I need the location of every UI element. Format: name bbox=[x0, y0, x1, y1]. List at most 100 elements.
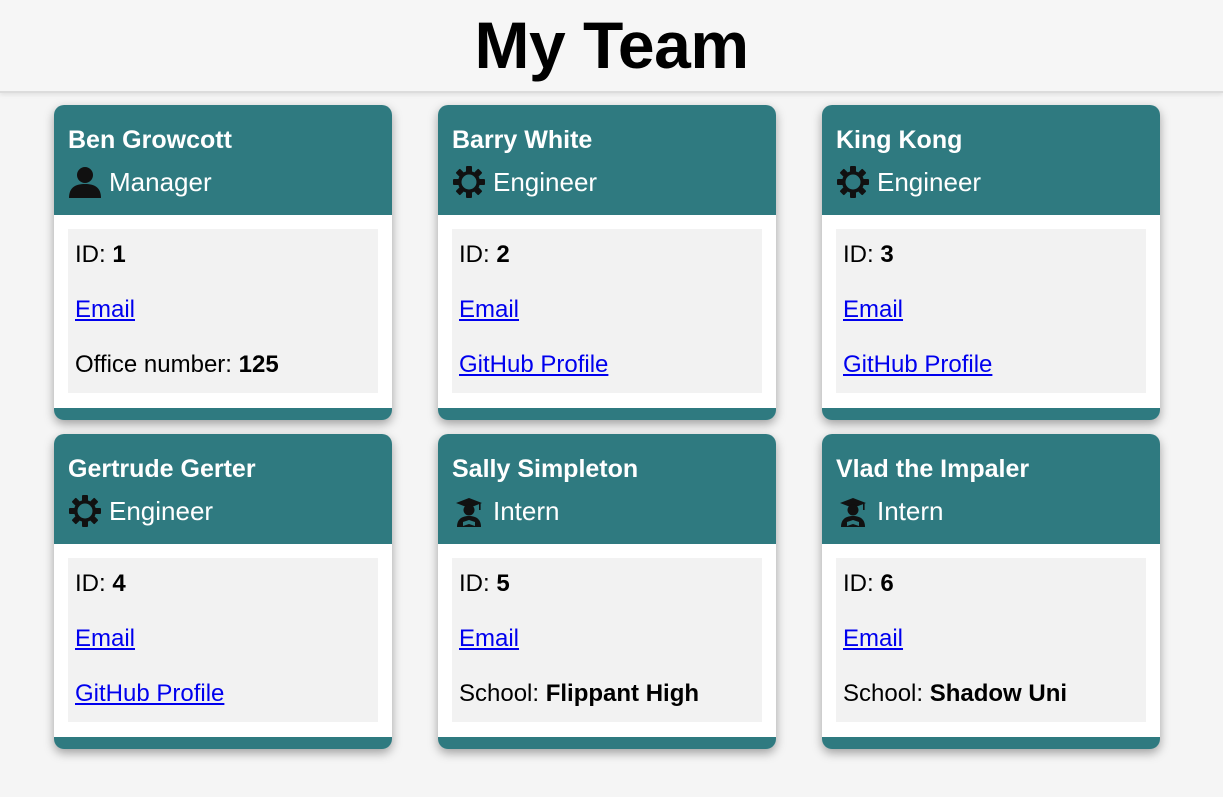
id-label: ID: bbox=[843, 570, 881, 597]
email-link[interactable]: Email bbox=[75, 296, 135, 323]
card-header: Gertrude Gerter Engineer bbox=[54, 434, 392, 544]
id-value: 1 bbox=[112, 241, 126, 268]
office-value: 125 bbox=[238, 351, 279, 378]
role-label: Engineer bbox=[877, 166, 982, 197]
person-icon bbox=[68, 165, 102, 199]
id-value: 3 bbox=[880, 241, 894, 268]
employee-name: Sally Simpleton bbox=[452, 455, 639, 483]
employee-card: King Kong Engineer ID: 3 Email GitHub Pr… bbox=[822, 105, 1160, 420]
employee-name: Barry White bbox=[452, 126, 593, 154]
card-footer bbox=[822, 408, 1160, 420]
card-header: Vlad the Impaler Intern bbox=[822, 434, 1160, 544]
gear-icon bbox=[452, 165, 486, 199]
employee-name: Vlad the Impaler bbox=[836, 455, 1030, 483]
role-label: Manager bbox=[109, 166, 212, 197]
card-footer bbox=[438, 408, 776, 420]
github-link[interactable]: GitHub Profile bbox=[75, 680, 224, 707]
email-link[interactable]: Email bbox=[459, 296, 519, 323]
id-label: ID: bbox=[459, 570, 497, 597]
email-row: Email bbox=[459, 292, 755, 347]
card-footer bbox=[54, 737, 392, 749]
id-value: 2 bbox=[496, 241, 510, 268]
card-body: ID: 2 Email GitHub Profile bbox=[438, 215, 776, 420]
card-body: ID: 3 Email GitHub Profile bbox=[822, 215, 1160, 420]
github-link[interactable]: GitHub Profile bbox=[459, 351, 608, 378]
id-row: ID: 6 bbox=[843, 566, 1139, 621]
card-header: Barry White Engineer bbox=[438, 105, 776, 215]
employee-role: Intern bbox=[836, 493, 1146, 529]
id-label: ID: bbox=[459, 241, 497, 268]
card-footer bbox=[438, 737, 776, 749]
employee-role: Manager bbox=[68, 164, 378, 200]
school-label: School: bbox=[843, 680, 930, 707]
id-row: ID: 4 bbox=[75, 566, 371, 621]
employee-name: King Kong bbox=[836, 126, 963, 154]
graduate-icon bbox=[452, 494, 486, 528]
id-row: ID: 3 bbox=[843, 237, 1139, 292]
id-label: ID: bbox=[843, 241, 881, 268]
employee-role: Intern bbox=[452, 493, 762, 529]
employee-card: Ben Growcott Manager ID: 1 Email Office … bbox=[54, 105, 392, 420]
email-row: Email bbox=[75, 292, 371, 347]
id-row: ID: 1 bbox=[75, 237, 371, 292]
employee-role: Engineer bbox=[836, 164, 1146, 200]
school-value: Flippant High bbox=[545, 680, 700, 707]
card-header: Sally Simpleton Intern bbox=[438, 434, 776, 544]
github-row: GitHub Profile bbox=[459, 347, 755, 402]
employee-role: Engineer bbox=[452, 164, 762, 200]
email-row: Email bbox=[843, 292, 1139, 347]
github-row: GitHub Profile bbox=[75, 676, 371, 731]
email-link[interactable]: Email bbox=[843, 296, 903, 323]
gear-icon bbox=[836, 165, 870, 199]
info-list: ID: 6 Email School: Shadow Uni bbox=[836, 558, 1146, 722]
info-list: ID: 5 Email School: Flippant High bbox=[452, 558, 762, 722]
id-value: 5 bbox=[496, 570, 510, 597]
email-link[interactable]: Email bbox=[75, 625, 135, 652]
email-row: Email bbox=[75, 621, 371, 676]
id-row: ID: 5 bbox=[459, 566, 755, 621]
id-value: 6 bbox=[880, 570, 894, 597]
employee-name: Ben Growcott bbox=[68, 126, 232, 154]
school-row: School: Flippant High bbox=[459, 676, 755, 731]
info-list: ID: 3 Email GitHub Profile bbox=[836, 229, 1146, 393]
email-link[interactable]: Email bbox=[459, 625, 519, 652]
email-row: Email bbox=[843, 621, 1139, 676]
card-footer bbox=[54, 408, 392, 420]
card-header: King Kong Engineer bbox=[822, 105, 1160, 215]
school-value: Shadow Uni bbox=[929, 680, 1068, 707]
info-list: ID: 2 Email GitHub Profile bbox=[452, 229, 762, 393]
email-link[interactable]: Email bbox=[843, 625, 903, 652]
team-grid: Ben Growcott Manager ID: 1 Email Office … bbox=[54, 105, 1160, 749]
employee-card: Barry White Engineer ID: 2 Email GitHub … bbox=[438, 105, 776, 420]
graduate-icon bbox=[836, 494, 870, 528]
page-header: My Team bbox=[0, 0, 1223, 93]
role-label: Intern bbox=[877, 495, 944, 526]
role-label: Intern bbox=[493, 495, 560, 526]
info-list: ID: 1 Email Office number: 125 bbox=[68, 229, 378, 393]
id-value: 4 bbox=[112, 570, 126, 597]
office-label: Office number: bbox=[75, 351, 239, 378]
id-label: ID: bbox=[75, 570, 113, 597]
employee-card: Vlad the Impaler Intern ID: 6 Email Scho… bbox=[822, 434, 1160, 749]
email-row: Email bbox=[459, 621, 755, 676]
employee-card: Gertrude Gerter Engineer ID: 4 Email Git… bbox=[54, 434, 392, 749]
id-row: ID: 2 bbox=[459, 237, 755, 292]
card-body: ID: 5 Email School: Flippant High bbox=[438, 544, 776, 749]
role-label: Engineer bbox=[109, 495, 214, 526]
card-body: ID: 6 Email School: Shadow Uni bbox=[822, 544, 1160, 749]
card-header: Ben Growcott Manager bbox=[54, 105, 392, 215]
github-link[interactable]: GitHub Profile bbox=[843, 351, 992, 378]
id-label: ID: bbox=[75, 241, 113, 268]
card-body: ID: 1 Email Office number: 125 bbox=[54, 215, 392, 420]
info-list: ID: 4 Email GitHub Profile bbox=[68, 558, 378, 722]
school-row: School: Shadow Uni bbox=[843, 676, 1139, 731]
page-title: My Team bbox=[474, 8, 749, 82]
office-row: Office number: 125 bbox=[75, 347, 371, 402]
school-label: School: bbox=[459, 680, 546, 707]
role-label: Engineer bbox=[493, 166, 598, 197]
employee-card: Sally Simpleton Intern ID: 5 Email Schoo… bbox=[438, 434, 776, 749]
employee-role: Engineer bbox=[68, 493, 378, 529]
card-body: ID: 4 Email GitHub Profile bbox=[54, 544, 392, 749]
card-footer bbox=[822, 737, 1160, 749]
gear-icon bbox=[68, 494, 102, 528]
